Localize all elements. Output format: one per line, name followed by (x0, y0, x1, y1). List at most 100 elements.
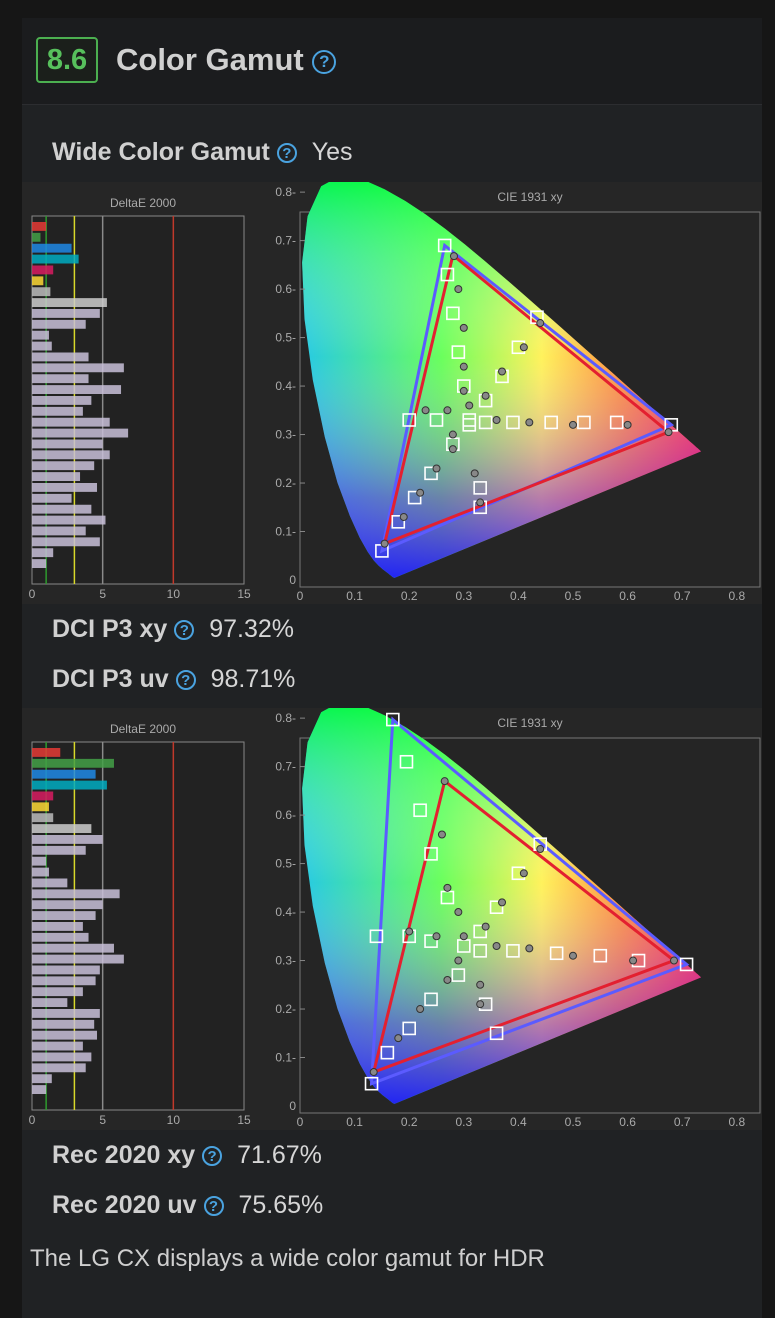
cie-y-tick-label: 0 (289, 573, 296, 587)
rec-delta-bar-18 (32, 943, 114, 953)
delta-tick-label: 10 (167, 1113, 181, 1127)
dci-delta-bar-22 (32, 461, 95, 471)
rec-delta-bar-29 (32, 1063, 86, 1073)
dci-p3-chart-image: DeltaE 2000 0 5 10 15 CIE 1931 xy 0 0.1 0.2 0.3 0.… (22, 182, 762, 604)
rec2020-xy-row: Rec 2020 xy ? 71.67% (52, 1141, 322, 1170)
section-title: Color Gamut ? (116, 42, 337, 78)
dci-delta-bar-6 (32, 287, 51, 297)
dci-cie-measured-point-15 (380, 539, 389, 548)
dci-cie-measured-point-10 (664, 428, 673, 437)
dci-cie-measured-point-21 (470, 469, 479, 478)
rec-delta-bar-23 (32, 998, 68, 1007)
dci-delta-bar-10 (32, 330, 49, 340)
delta-tick-label: 0 (29, 1113, 36, 1127)
dci-cie-measured-point-2 (459, 323, 468, 332)
section-header: 8.6 Color Gamut ? (22, 18, 762, 105)
cie-x-tick-label: 0.6 (619, 1115, 636, 1129)
cie-y-tick-label: 0.2- (275, 1002, 296, 1016)
cie-y-tick-label: 0.5- (275, 331, 296, 345)
description-text: The LG CX displays a wide color gamut fo… (30, 1245, 545, 1272)
wide-color-gamut-label: Wide Color Gamut (52, 138, 270, 166)
cie-y-tick-label: 0.2- (275, 476, 296, 490)
dci-cie-measured-point-24 (448, 430, 457, 439)
rec-cie-measured-point-13 (492, 942, 501, 951)
help-icon[interactable]: ? (276, 143, 297, 164)
dci-delta-bar-25 (32, 493, 72, 503)
rec2020-uv-row: Rec 2020 uv ? 75.65% (52, 1191, 323, 1220)
dci-cie-measured-point-19 (448, 445, 457, 454)
rec-cie-measured-point-0 (440, 777, 449, 786)
dci-delta-bar-23 (32, 472, 81, 481)
rec-cie-measured-point-11 (569, 951, 577, 960)
rec-cie-measured-point-7 (498, 898, 507, 907)
rec-delta-bar-7 (32, 824, 92, 833)
cie-x-tick-label: 0.7 (674, 1115, 691, 1129)
rec2020-uv-value: 75.65% (238, 1191, 324, 1219)
dci-delta-bar-31 (32, 559, 47, 568)
rec-delta-bar-0 (32, 748, 61, 757)
wide-color-gamut-row: Wide Color Gamut ? Yes (52, 138, 353, 167)
delta-tick-label: 5 (99, 587, 106, 601)
dci-delta-bar-2 (32, 243, 72, 253)
cie-y-tick-label: 0.4- (275, 379, 296, 393)
cie-y-tick-label: 0.5- (275, 857, 296, 871)
rec-delta-bar-27 (32, 1041, 83, 1051)
delta-tick-label: 10 (167, 587, 181, 601)
rec-delta-bar-20 (32, 965, 100, 975)
rec-delta-bar-6 (32, 813, 54, 823)
cie-x-tick-label: 0.1 (346, 1115, 363, 1129)
cie-x-tick-label: 0.6 (619, 589, 636, 603)
help-icon[interactable]: ? (174, 620, 195, 641)
rec-delta-bar-5 (32, 802, 49, 812)
cie-y-tick-label: 0.3- (275, 954, 296, 968)
cie-y-tick-label: 0.4- (275, 905, 296, 919)
dci-cie-measured-point-8 (498, 367, 507, 376)
rec-cie-measured-point-15 (394, 1034, 403, 1043)
delta-tick-label: 15 (237, 1113, 251, 1127)
dci-delta-bar-13 (32, 363, 124, 373)
cie-x-tick-label: 0 (297, 1115, 304, 1129)
help-icon[interactable]: ? (175, 670, 196, 691)
score-badge: 8.6 (36, 37, 98, 83)
dci-delta-bar-7 (32, 298, 107, 307)
dci-cie-measured-point-6 (536, 319, 545, 328)
cie-y-tick-label: 0.3- (275, 428, 296, 442)
rec-cie-measured-point-2 (443, 883, 452, 892)
dci-delta-bar-3 (32, 254, 79, 264)
cie-y-tick-label: 0.8- (275, 185, 296, 199)
dci-cie-measured-point-7 (519, 343, 528, 352)
help-icon[interactable]: ? (203, 1196, 224, 1217)
cie-x-tick-label: 0.8 (728, 1115, 745, 1129)
dci-cie-measured-point-0 (449, 252, 458, 261)
dci-p3-xy-label: DCI P3 xy (52, 615, 168, 643)
rec-cie-measured-point-6 (519, 869, 528, 878)
dci-p3-uv-value: 98.71% (210, 665, 296, 693)
rec-delta-bar-8 (32, 835, 103, 844)
wide-color-gamut-value: Yes (311, 138, 353, 166)
cie-x-tick-label: 0.2 (401, 589, 418, 603)
cie-x-tick-label: 0.7 (674, 589, 691, 603)
rec-delta-bar-14 (32, 900, 103, 910)
delta-chart-title: DeltaE 2000 (110, 722, 176, 736)
help-icon[interactable]: ? (312, 49, 337, 74)
cie-x-tick-label: 0.8 (728, 589, 745, 603)
dci-delta-bar-19 (32, 428, 129, 438)
cie-x-tick-label: 0 (297, 589, 304, 603)
rec-delta-bar-13 (32, 889, 120, 899)
rec-delta-bar-2 (32, 769, 96, 779)
dci-p3-uv-label: DCI P3 uv (52, 665, 169, 693)
cie-x-tick-label: 0.4 (510, 589, 527, 603)
dci-delta-bar-0 (32, 222, 47, 231)
rec-cie-measured-point-20 (476, 980, 485, 989)
cie-y-tick-label: 0.6- (275, 808, 296, 822)
dci-cie-measured-point-4 (459, 386, 468, 395)
rec-cie-measured-point-10 (629, 956, 638, 965)
help-icon[interactable]: ? (202, 1146, 223, 1167)
cie-x-tick-label: 0.5 (565, 1115, 582, 1129)
rec2020-uv-label: Rec 2020 uv (52, 1191, 197, 1219)
dci-delta-bar-4 (32, 265, 54, 275)
dci-delta-bar-24 (32, 483, 98, 492)
cie-y-tick-label: 0.8- (275, 711, 296, 725)
rec2020-xy-value: 71.67% (237, 1141, 322, 1169)
rec-delta-bar-4 (32, 791, 54, 801)
